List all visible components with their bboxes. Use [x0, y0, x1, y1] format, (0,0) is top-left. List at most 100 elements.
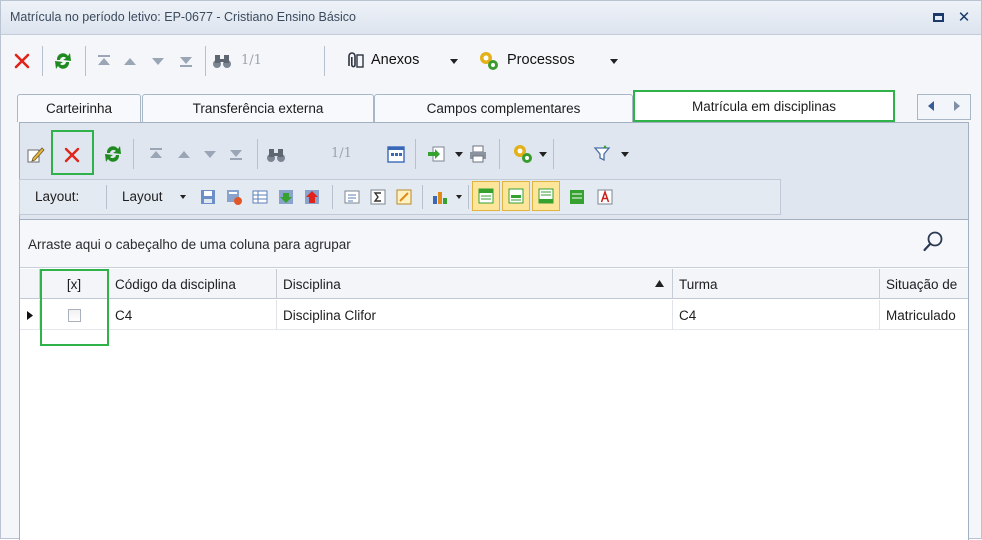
anexos-menu[interactable]: Anexos	[371, 52, 419, 68]
layout-dropdown-icon[interactable]	[180, 195, 186, 199]
font-button[interactable]	[592, 184, 618, 210]
import-button[interactable]	[423, 141, 449, 167]
title-bar: Matrícula no período letivo: EP-0677 - C…	[1, 1, 981, 35]
table-header-icon	[478, 188, 494, 204]
row-indicator-header	[20, 269, 40, 299]
cell-disciplina[interactable]: Disciplina Clifor	[277, 300, 673, 330]
layout-caption: Layout:	[35, 189, 80, 204]
chart-button[interactable]	[428, 185, 454, 209]
calendar-button[interactable]	[383, 141, 409, 167]
tab-matricula-em-disciplinas[interactable]: Matrícula em disciplinas	[633, 90, 895, 122]
column-header-codigo[interactable]: Código da disciplina	[109, 269, 277, 299]
chart-dropdown-icon[interactable]	[456, 195, 462, 199]
delete-x-icon	[64, 147, 80, 163]
row-indicator	[20, 300, 40, 330]
print-button[interactable]	[465, 141, 491, 167]
summary-button[interactable]	[366, 185, 390, 209]
detail-processos-button[interactable]	[509, 140, 537, 168]
layout-menu[interactable]: Layout	[122, 189, 163, 204]
tab-scroll-buttons	[917, 94, 971, 120]
auto-filter-toggle[interactable]	[564, 184, 590, 210]
refresh-icon	[105, 146, 121, 162]
restore-icon	[932, 12, 944, 22]
processos-menu[interactable]: Processos	[507, 52, 575, 68]
arrow-left-icon	[928, 100, 934, 111]
bar-chart-icon	[433, 192, 447, 204]
tab-scroll-right-button[interactable]	[951, 100, 963, 115]
detail-next-button[interactable]	[199, 142, 221, 166]
previous-record-button[interactable]	[119, 49, 141, 73]
matricula-window: Matrícula no período letivo: EP-0677 - C…	[0, 0, 982, 540]
filter-button[interactable]	[589, 140, 617, 168]
detail-search-button[interactable]	[263, 142, 289, 168]
processos-dropdown-icon[interactable]	[610, 59, 618, 64]
tab-scroll-left-button[interactable]	[925, 100, 937, 115]
grid-header-row: [x] Código da disciplina Disciplina Turm…	[20, 269, 968, 299]
green-panel-icon	[570, 190, 584, 204]
detail-previous-button[interactable]	[173, 142, 195, 166]
first-record-button[interactable]	[93, 49, 115, 73]
column-header-turma[interactable]: Turma	[673, 269, 880, 299]
paperclip-icon	[348, 52, 364, 68]
last-icon	[180, 57, 192, 67]
binoculars-icon	[213, 55, 231, 68]
detail-processos-dropdown-icon[interactable]	[539, 152, 547, 157]
column-header-disciplina[interactable]: Disciplina	[277, 269, 673, 299]
filter-dropdown-icon[interactable]	[621, 152, 629, 157]
tab-strip: Carteirinha Transferência externa Campos…	[17, 90, 975, 122]
save-layout-icon	[201, 190, 215, 204]
grid-search-button[interactable]	[922, 230, 944, 257]
detail-refresh-button[interactable]	[99, 140, 127, 168]
processos-icon-button[interactable]	[475, 47, 503, 75]
import-icon	[428, 146, 445, 162]
printer-icon	[470, 145, 486, 163]
edit-button[interactable]	[23, 142, 49, 168]
sort-ascending-icon	[655, 280, 664, 287]
tab-campos-complementares[interactable]: Campos complementares	[374, 94, 633, 122]
down-arrow-icon	[204, 151, 216, 158]
next-record-button[interactable]	[147, 49, 169, 73]
tab-transferencia-externa[interactable]: Transferência externa	[142, 94, 374, 122]
tab-carteirinha[interactable]: Carteirinha	[17, 94, 141, 122]
search-icon	[923, 231, 943, 252]
search-button[interactable]	[209, 48, 235, 74]
cell-codigo[interactable]: C4	[109, 300, 277, 330]
first-icon	[98, 55, 110, 65]
column-header-situacao[interactable]: Situação de	[880, 269, 968, 299]
close-window-button[interactable]: ✕	[955, 8, 973, 26]
detail-record-counter: 1/1	[331, 146, 352, 161]
export-layout-button[interactable]	[274, 185, 298, 209]
delete-layout-icon	[227, 190, 242, 205]
last-record-button[interactable]	[175, 49, 197, 73]
layout-toolbar: Layout: Layout	[19, 179, 781, 215]
anexos-dropdown-icon[interactable]	[450, 59, 458, 64]
delete-layout-button[interactable]	[222, 185, 246, 209]
import-layout-button[interactable]	[300, 185, 324, 209]
up-arrow-icon	[124, 58, 136, 65]
cell-situacao[interactable]: Matriculado	[880, 300, 968, 330]
show-footer-toggle[interactable]	[532, 181, 560, 211]
format-rules-button[interactable]	[392, 185, 416, 209]
save-layout-button[interactable]	[196, 185, 220, 209]
restore-window-button[interactable]	[929, 8, 947, 26]
edit-icon	[27, 147, 45, 163]
font-icon	[597, 189, 613, 205]
column-header-disciplina-label: Disciplina	[283, 276, 341, 292]
detail-last-button[interactable]	[225, 142, 247, 166]
grid-layout-button[interactable]	[248, 185, 272, 209]
refresh-button[interactable]	[49, 47, 77, 75]
window-title: Matrícula no período letivo: EP-0677 - C…	[10, 10, 357, 24]
detail-first-button[interactable]	[145, 142, 167, 166]
cell-turma[interactable]: C4	[673, 300, 880, 330]
anexos-icon-button[interactable]	[339, 49, 369, 73]
delete-button[interactable]	[9, 48, 35, 74]
table-row[interactable]: C4 Disciplina Clifor C4 Matriculado	[20, 300, 968, 330]
show-group-panel-toggle[interactable]	[502, 181, 530, 211]
group-by-area[interactable]: Arraste aqui o cabeçalho de uma coluna p…	[20, 220, 968, 268]
import-dropdown-icon[interactable]	[455, 152, 463, 157]
show-header-toggle[interactable]	[472, 181, 500, 211]
columns-button[interactable]	[340, 185, 364, 209]
detail-delete-button[interactable]	[57, 141, 87, 169]
up-arrow-icon	[178, 151, 190, 158]
format-rules-icon	[396, 189, 412, 205]
